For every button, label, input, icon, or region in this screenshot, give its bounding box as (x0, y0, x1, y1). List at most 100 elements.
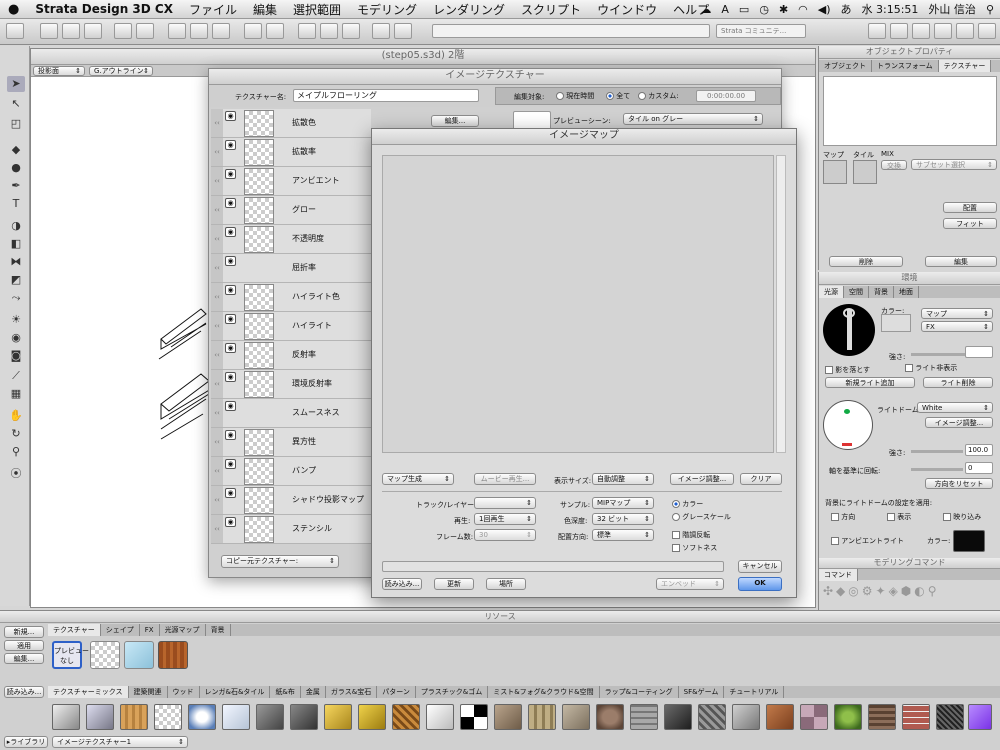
channel-row[interactable]: ‹‹ ◉ スムースネス (211, 399, 371, 428)
ambient-checkbox[interactable]: アンビエントライト (831, 536, 904, 546)
channel-row[interactable]: ‹‹ ◉ グロー (211, 196, 371, 225)
zoom-tool-icon[interactable]: ⚲ (7, 444, 25, 460)
sample-popup[interactable]: MIPマップ (592, 497, 654, 509)
shape-tool-icon[interactable]: ◰ (7, 116, 25, 132)
tab-transform[interactable]: トランスフォーム (872, 60, 939, 72)
save-icon[interactable] (62, 23, 80, 39)
light-dome-preview[interactable] (823, 400, 873, 450)
tab-background[interactable]: 背景 (869, 286, 894, 298)
new-icon[interactable] (6, 23, 24, 39)
channel-row[interactable]: ‹‹ ◉ バンプ (211, 457, 371, 486)
lib-tab[interactable]: チュートリアル (724, 686, 785, 698)
app-name[interactable]: Strata Design 3D CX (27, 2, 181, 16)
light-fx-popup[interactable]: FX (921, 321, 993, 332)
lib-tab[interactable]: プラスチック&ゴム (416, 686, 489, 698)
tab-textures[interactable]: テクスチャー (48, 624, 101, 636)
volume-icon[interactable]: ◀) (818, 3, 831, 16)
channel-row[interactable]: ‹‹ ◉ ステンシル (211, 515, 371, 544)
toolbar-field[interactable] (432, 24, 710, 38)
mirror-tool-icon[interactable]: ⧓ (7, 254, 25, 270)
edit-texture-button[interactable]: 編集 (925, 256, 997, 267)
library-thumb[interactable] (766, 704, 794, 730)
frames-popup[interactable]: 30 (474, 529, 536, 541)
library-thumb[interactable] (732, 704, 760, 730)
track-popup[interactable] (474, 497, 536, 509)
copy-icon[interactable] (190, 23, 208, 39)
pen-tool-icon[interactable]: ✒ (7, 178, 25, 194)
image-adjust-button[interactable]: イメージ調整... (670, 473, 734, 485)
color-radio[interactable]: カラー (672, 499, 703, 509)
texture-thumb[interactable] (124, 641, 154, 669)
library-thumb[interactable] (664, 704, 692, 730)
menu-modeling[interactable]: モデリング (349, 1, 425, 18)
channel-row[interactable]: ‹‹ ◉ 不透明度 (211, 225, 371, 254)
paste-icon[interactable] (212, 23, 230, 39)
softness-checkbox[interactable]: ソフトネス (672, 543, 717, 553)
lib-tab[interactable]: ミスト&フォグ&クラウド&空間 (488, 686, 600, 698)
channel-row[interactable]: ‹‹ ◉ ハイライト (211, 312, 371, 341)
strength-field[interactable] (965, 346, 993, 358)
bluetooth-icon[interactable]: ✱ (779, 3, 788, 16)
target-custom-radio[interactable]: カスタム: (638, 91, 679, 101)
load-resource-button[interactable]: 読み込み... (4, 686, 44, 698)
library-thumb[interactable] (596, 704, 624, 730)
new-resource-button[interactable]: 新規... (4, 626, 44, 638)
render-mode-popup[interactable]: G.アウトライン (89, 66, 153, 76)
time-field[interactable]: 0:00:00.00 (696, 90, 756, 102)
undo-icon[interactable] (244, 23, 262, 39)
tab-texture[interactable]: テクスチャー (938, 60, 992, 72)
library-popup[interactable]: イメージテクスチャー1 (52, 736, 188, 748)
bevel-tool-icon[interactable]: ◩ (7, 272, 25, 288)
library-thumb[interactable] (460, 704, 488, 730)
menu-rendering[interactable]: レンダリング (425, 1, 513, 18)
clear-button[interactable]: クリア (740, 473, 782, 485)
viewport-icon[interactable] (320, 23, 338, 39)
copy-source-popup[interactable]: コピー元テクスチャー: (221, 555, 339, 568)
library-thumb[interactable] (188, 704, 216, 730)
tab-light[interactable]: 光源 (819, 286, 844, 298)
layout-icon-1[interactable] (868, 23, 886, 39)
library-thumb[interactable] (222, 704, 250, 730)
texture-thumb[interactable] (90, 641, 120, 669)
apply-direction-checkbox[interactable]: 方向 (831, 512, 855, 522)
layout-icon-5[interactable] (956, 23, 974, 39)
library-thumb[interactable] (52, 704, 80, 730)
photoshop-icon[interactable] (136, 23, 154, 39)
library-thumb[interactable] (324, 704, 352, 730)
apply-show-checkbox[interactable]: 表示 (887, 512, 911, 522)
channel-row[interactable]: ‹‹ ◉ 拡散率 (211, 138, 371, 167)
target-current-radio[interactable]: 現在時間 (556, 91, 594, 101)
wifi-icon[interactable]: ◠ (798, 3, 808, 16)
spotlight-icon[interactable]: ⚲ (986, 3, 994, 16)
library-thumb[interactable] (698, 704, 726, 730)
library-thumb[interactable] (120, 704, 148, 730)
subset-popup[interactable]: サブセット選択 (911, 159, 997, 170)
layout-icon-2[interactable] (890, 23, 908, 39)
library-thumb[interactable] (968, 704, 992, 730)
subselect-tool-icon[interactable]: ↖ (7, 96, 25, 112)
embed-popup[interactable]: エンベッド (656, 578, 724, 590)
rotate-field[interactable]: 0 (965, 462, 993, 474)
swap-button[interactable]: 交換 (881, 160, 907, 170)
channel-row[interactable]: ‹‹ ◉ 屈折率 (211, 254, 371, 283)
library-thumb[interactable] (800, 704, 828, 730)
lib-tab[interactable]: レンガ&石&タイル (200, 686, 271, 698)
tab-object[interactable]: オブジェクト (819, 60, 872, 72)
save-as-icon[interactable] (84, 23, 102, 39)
apply-blur-checkbox[interactable]: 映り込み (943, 512, 981, 522)
time-machine-icon[interactable]: ◷ (759, 3, 769, 16)
tab-ground[interactable]: 地面 (894, 286, 919, 298)
add-light-button[interactable]: 新規ライト追加 (825, 377, 915, 388)
cube-tool-icon[interactable]: ◆ (7, 142, 25, 158)
menu-script[interactable]: スクリプト (513, 1, 589, 18)
tab-command[interactable]: コマンド (819, 569, 858, 581)
sphere-tool-icon[interactable]: ● (7, 160, 25, 176)
library-thumb[interactable] (868, 704, 896, 730)
library-thumb[interactable] (154, 704, 182, 730)
lib-tab[interactable]: 金属 (301, 686, 326, 698)
spotlight-tool-icon[interactable]: ◉ (7, 330, 25, 346)
lib-tab[interactable]: テクスチャーミックス (48, 686, 129, 698)
ortho-icon[interactable] (394, 23, 412, 39)
ambient-color-well[interactable] (953, 530, 985, 552)
deform-tool-icon[interactable]: ⤳ (7, 290, 25, 306)
